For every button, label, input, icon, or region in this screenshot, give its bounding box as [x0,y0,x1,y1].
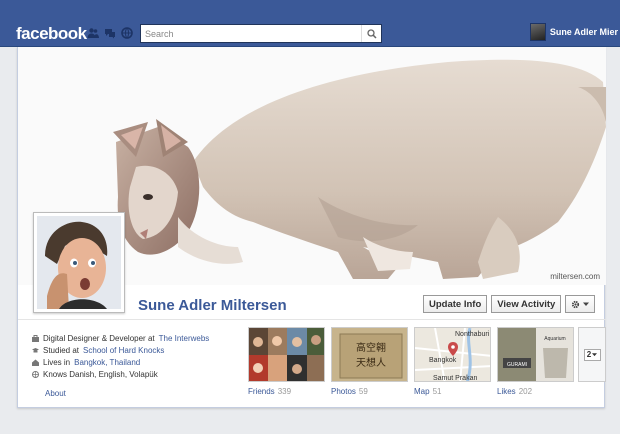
photos-thumbnail: 高空翱 天想人 [331,327,408,382]
chevron-down-icon [583,302,590,306]
friends-count: 339 [277,387,292,396]
likes-tag: GURAMI [507,362,527,368]
map-label-middle: Bangkok [429,357,457,364]
about-link[interactable]: About [45,389,66,398]
cover-credit: miltersen.com [550,272,600,281]
home-icon [32,359,39,366]
likes-label: Likes [497,387,516,396]
profile-photo [37,216,121,309]
search-input[interactable] [141,25,361,42]
bio-location: Lives in Bangkok, Thailand [32,357,242,368]
map-tile[interactable]: Nonthaburi Bangkok Samut Prakan Map 51 [414,327,491,396]
briefcase-icon [32,335,39,342]
friends-tile[interactable]: Friends 339 [248,327,325,396]
likes-sign: Aquarium [544,336,565,342]
work-link[interactable]: The Interwebs [159,334,210,343]
notifications-icon[interactable] [120,26,133,39]
profile-name[interactable]: Sune Adler Miltersen [138,297,287,314]
likes-count: 202 [518,387,533,396]
friends-label: Friends [248,387,275,396]
view-activity-button[interactable]: View Activity [491,295,562,313]
user-avatar [529,23,546,41]
chevron-down-icon [592,353,598,357]
bio-education: Studied at School of Hard Knocks [32,345,242,356]
profile-picture[interactable] [33,212,125,313]
photos-label: Photos [331,387,356,396]
profile-actions: Update Info View Activity [423,295,596,313]
bio-summary: Digital Designer & Developer at The Inte… [32,333,242,381]
photos-count: 59 [358,387,368,396]
friends-thumbnail [248,327,325,382]
photos-tile[interactable]: 高空翱 天想人 Photos 59 [331,327,408,396]
map-label-bottom: Samut Prakan [433,375,477,382]
gear-icon [572,300,580,308]
globe-icon [32,371,39,378]
top-navigation-bar: facebook Sune Adler Mier [0,0,620,47]
map-count: 51 [432,387,442,396]
settings-dropdown-button[interactable] [565,295,596,313]
likes-tile[interactable]: GURAMI Aquarium Likes 202 [497,327,574,396]
graduation-cap-icon [32,347,39,354]
messages-icon[interactable] [103,26,116,39]
friend-requests-icon[interactable] [86,26,99,39]
more-apps-tile: 2 [578,327,606,382]
bio-languages: Knows Danish, English, Volapük [32,369,242,380]
photo-sign-top: 高空翱 [356,341,386,354]
timeline-panel: miltersen.com Sune Adler Miltersen Updat… [17,47,606,408]
user-name-label: Sune Adler Mier [549,27,618,37]
location-link[interactable]: Bangkok, Thailand [74,358,140,367]
bio-work: Digital Designer & Developer at The Inte… [32,333,242,344]
map-thumbnail: Nonthaburi Bangkok Samut Prakan [414,327,491,382]
likes-thumbnail: GURAMI Aquarium [497,327,574,382]
map-label-top: Nonthaburi [455,331,490,338]
notification-jewels [86,26,133,39]
map-label: Map [414,387,430,396]
education-link[interactable]: School of Hard Knocks [83,346,164,355]
user-profile-link[interactable]: Sune Adler Mier [529,23,618,41]
photo-sign-bottom: 天想人 [356,356,386,369]
header-divider [18,319,606,320]
app-tiles: Friends 339 高空翱 天想人 Photos 59 Nonthaburi… [248,327,574,396]
search-box [140,24,382,43]
facebook-logo[interactable]: facebook [16,24,87,44]
update-info-button[interactable]: Update Info [423,295,488,313]
more-apps-button[interactable]: 2 [583,348,601,361]
more-apps-count: 2 [586,350,592,359]
search-icon[interactable] [361,25,381,42]
